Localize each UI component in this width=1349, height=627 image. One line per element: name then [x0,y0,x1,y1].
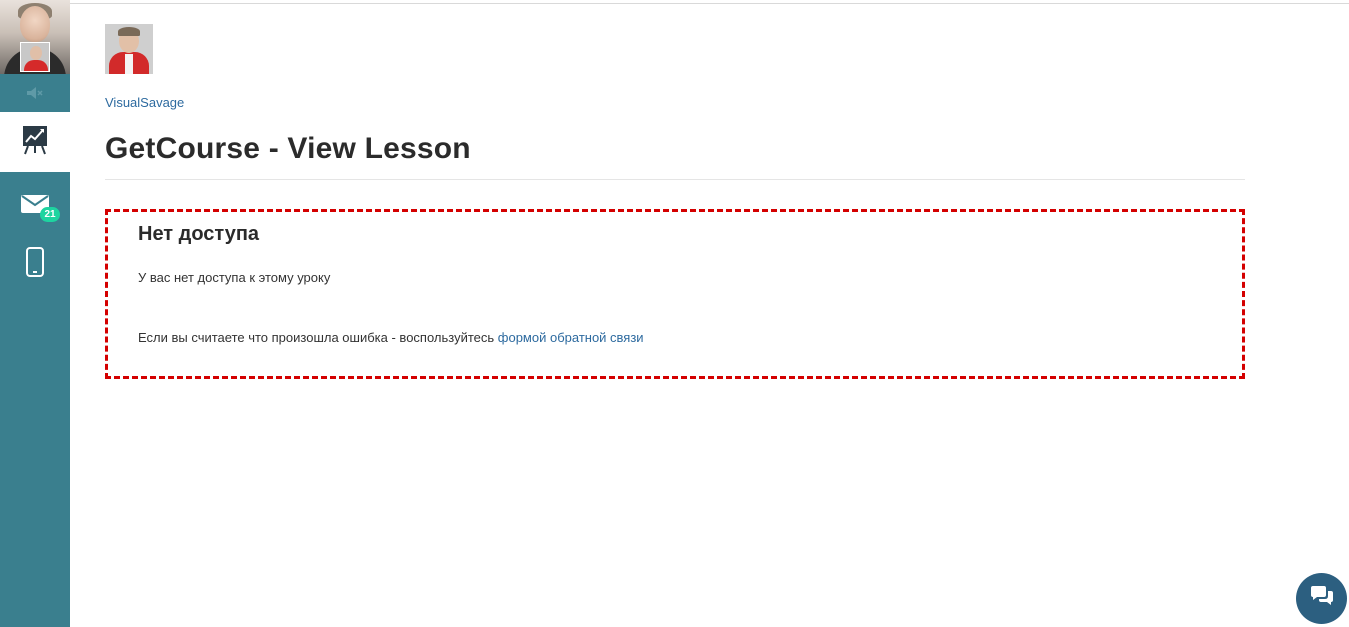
chat-button[interactable] [1296,573,1347,624]
user-avatar[interactable] [0,0,70,74]
unread-badge: 21 [40,207,60,222]
sidebar-item-messages[interactable]: 21 [0,184,70,228]
notice-hint: Если вы считаете что произошла ошибка - … [138,330,644,345]
mobile-phone-icon [25,246,45,282]
top-border [70,3,1349,4]
author-avatar[interactable] [105,24,153,74]
feedback-form-link[interactable]: формой обратной связи [498,330,644,345]
page-title: GetCourse - View Lesson [105,132,471,165]
title-divider [105,179,1245,180]
user-avatar-mini [20,42,50,72]
notice-title: Нет доступа [138,223,260,245]
notice-message: У вас нет доступа к этому уроку [138,270,331,285]
sidebar-item-mobile[interactable] [0,244,70,284]
trainings-chart-icon [22,125,48,160]
speaker-muted-icon[interactable] [0,74,70,112]
author-name-link[interactable]: VisualSavage [105,95,184,110]
chat-bubbles-icon [1309,585,1335,612]
notice-hint-text: Если вы считаете что произошла ошибка - … [138,330,498,345]
sidebar: 21 [0,0,70,627]
sidebar-item-trainings[interactable] [0,112,70,172]
access-denied-notice: Нет доступа У вас нет доступа к этому ур… [105,209,1245,379]
